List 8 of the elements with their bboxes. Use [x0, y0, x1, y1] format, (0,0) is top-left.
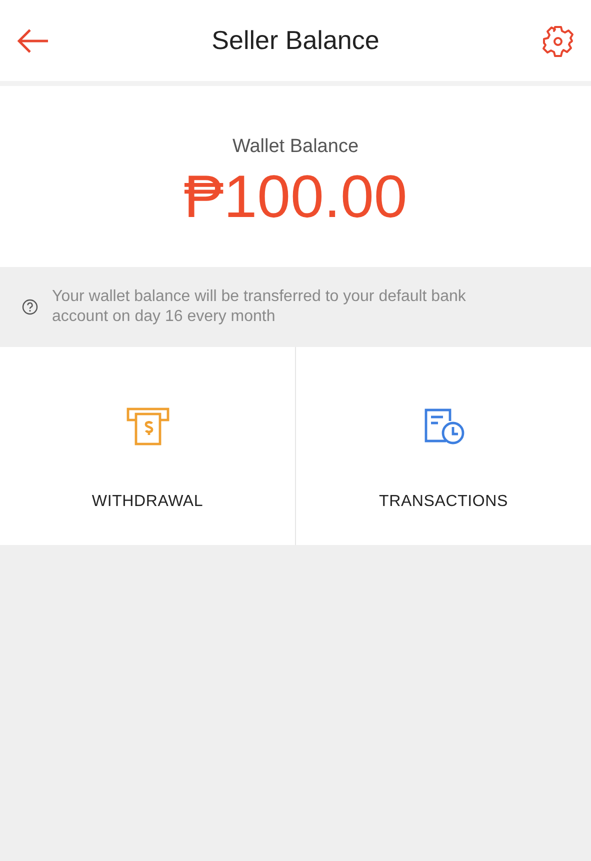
help-icon[interactable]: [22, 299, 38, 315]
balance-amount: ₱100.00: [184, 162, 408, 231]
cash-dispenser-icon: [126, 407, 170, 447]
balance-label: Wallet Balance: [232, 136, 359, 158]
back-icon[interactable]: [16, 28, 50, 54]
page-title: Seller Balance: [212, 25, 380, 56]
settings-icon[interactable]: [541, 24, 575, 58]
notice-text: Your wallet balance will be transferred to your default bank account on day 16 every month: [52, 287, 467, 327]
